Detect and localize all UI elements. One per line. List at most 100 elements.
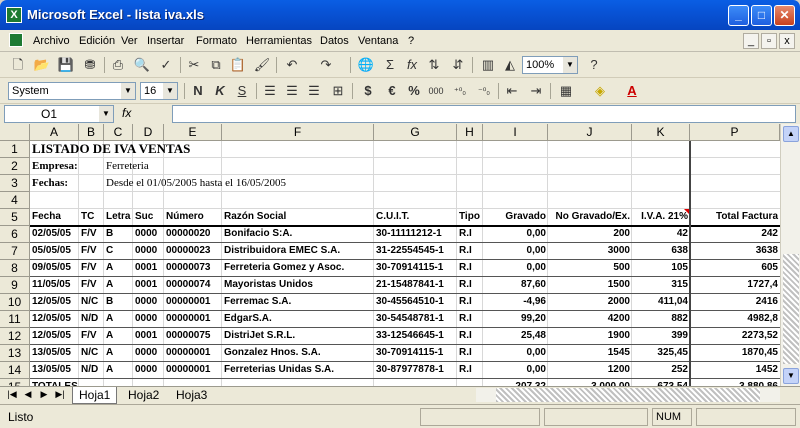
data-cell[interactable]: 0,00 <box>483 345 548 362</box>
data-cell[interactable]: 30-11111212-1 <box>374 226 457 243</box>
column-title[interactable]: Número <box>164 209 222 226</box>
data-cell[interactable]: 0000 <box>133 311 164 328</box>
data-cell[interactable]: N/D <box>79 362 104 379</box>
zoom-select[interactable]: 100% ▼ <box>522 56 578 74</box>
data-cell[interactable]: B <box>104 294 133 311</box>
drawing-icon[interactable]: ◭ <box>500 56 520 74</box>
vertical-scrollbar[interactable]: ▲ ▼ <box>780 124 800 386</box>
data-cell[interactable]: N/D <box>79 311 104 328</box>
column-title[interactable]: Tipo <box>457 209 483 226</box>
data-cell[interactable]: R.I <box>457 311 483 328</box>
redo-icon[interactable]: ↷ <box>316 56 336 74</box>
data-cell[interactable]: A <box>104 328 133 345</box>
row-header[interactable]: 3 <box>0 175 30 192</box>
data-cell[interactable]: 87,60 <box>483 277 548 294</box>
data-cell[interactable]: 0,00 <box>483 226 548 243</box>
data-cell[interactable]: A <box>104 311 133 328</box>
data-cell[interactable]: 0,00 <box>483 243 548 260</box>
sort-desc-icon[interactable]: ⇵ <box>448 56 468 74</box>
align-center-icon[interactable]: ☰ <box>282 82 302 100</box>
sheet-title[interactable]: LISTADO DE IVA VENTAS <box>30 141 374 158</box>
row-header[interactable]: 11 <box>0 311 30 328</box>
function-icon[interactable]: fx <box>402 56 422 74</box>
data-cell[interactable]: 3638 <box>690 243 780 260</box>
percent-button[interactable]: % <box>404 82 424 100</box>
increase-decimal-button[interactable]: ⁺⁰₀ <box>450 82 470 100</box>
data-cell[interactable]: 11/05/05 <box>30 277 79 294</box>
row-header[interactable]: 14 <box>0 362 30 379</box>
data-cell[interactable]: 99,20 <box>483 311 548 328</box>
insert-function-icon[interactable]: fx <box>122 106 131 120</box>
data-cell[interactable]: Gonzalez Hnos. S.A. <box>222 345 374 362</box>
data-cell[interactable]: 13/05/05 <box>30 345 79 362</box>
spreadsheet-grid[interactable]: ABCDEFGHIJKP123456789101112131415LISTADO… <box>0 124 780 386</box>
data-cell[interactable]: 242 <box>690 226 780 243</box>
data-cell[interactable]: Ferreterias Unidas S.A. <box>222 362 374 379</box>
column-title[interactable]: Suc <box>133 209 164 226</box>
data-cell[interactable]: 325,45 <box>632 345 690 362</box>
format-painter-icon[interactable]: 🖌 <box>252 56 272 74</box>
menu-help[interactable]: ? <box>408 35 414 47</box>
currency-button[interactable]: $ <box>358 82 378 100</box>
align-right-icon[interactable]: ☰ <box>304 82 324 100</box>
data-cell[interactable]: 00000023 <box>164 243 222 260</box>
data-cell[interactable]: 1200 <box>548 362 632 379</box>
data-cell[interactable]: 30-70914115-1 <box>374 260 457 277</box>
data-cell[interactable]: 3000 <box>548 243 632 260</box>
fill-color-icon[interactable]: ◈ <box>590 82 610 100</box>
row-header[interactable]: 12 <box>0 328 30 345</box>
column-title[interactable]: Letra <box>104 209 133 226</box>
scroll-thumb[interactable] <box>783 254 799 364</box>
select-all-corner[interactable] <box>0 124 30 141</box>
column-header[interactable]: C <box>104 124 133 141</box>
horizontal-scrollbar[interactable] <box>476 388 780 402</box>
data-cell[interactable]: 00000001 <box>164 345 222 362</box>
row-header[interactable]: 1 <box>0 141 30 158</box>
doc-close-button[interactable]: x <box>779 33 795 49</box>
data-cell[interactable]: Ferremac S.A. <box>222 294 374 311</box>
menu-archivo[interactable]: Archivo <box>33 35 70 47</box>
data-cell[interactable]: 0,00 <box>483 362 548 379</box>
data-cell[interactable]: R.I <box>457 328 483 345</box>
data-cell[interactable]: 00000020 <box>164 226 222 243</box>
menu-ventana[interactable]: Ventana <box>358 35 398 47</box>
data-cell[interactable]: R.I <box>457 226 483 243</box>
data-cell[interactable]: Mayoristas Unidos <box>222 277 374 294</box>
data-cell[interactable]: 252 <box>632 362 690 379</box>
data-cell[interactable]: 05/05/05 <box>30 243 79 260</box>
font-color-icon[interactable]: A <box>622 82 642 100</box>
data-cell[interactable]: R.I <box>457 294 483 311</box>
spelling-icon[interactable]: ✓ <box>156 56 176 74</box>
cut-icon[interactable]: ✂ <box>184 56 204 74</box>
data-cell[interactable]: 0001 <box>133 260 164 277</box>
bold-button[interactable]: N <box>188 82 208 100</box>
data-cell[interactable]: 500 <box>548 260 632 277</box>
data-cell[interactable]: 00000001 <box>164 311 222 328</box>
name-box[interactable]: O1 ▼ <box>4 105 114 123</box>
data-cell[interactable]: F/V <box>79 328 104 345</box>
data-cell[interactable]: -4,96 <box>483 294 548 311</box>
next-sheet-icon[interactable]: ▶ <box>38 389 50 400</box>
chevron-down-icon[interactable]: ▼ <box>121 83 135 99</box>
scroll-down-icon[interactable]: ▼ <box>783 368 799 384</box>
data-cell[interactable]: 21-15487841-1 <box>374 277 457 294</box>
column-header[interactable]: F <box>222 124 374 141</box>
data-cell[interactable]: 0000 <box>133 294 164 311</box>
hyperlink-icon[interactable]: 🌐 <box>356 56 376 74</box>
data-cell[interactable]: F/V <box>79 226 104 243</box>
horizontal-scroll-thumb[interactable] <box>496 388 760 402</box>
column-title[interactable]: TC <box>79 209 104 226</box>
data-cell[interactable]: F/V <box>79 277 104 294</box>
data-cell[interactable]: A <box>104 260 133 277</box>
data-cell[interactable]: 42 <box>632 226 690 243</box>
data-cell[interactable]: 02/05/05 <box>30 226 79 243</box>
data-cell[interactable]: R.I <box>457 345 483 362</box>
data-cell[interactable]: A <box>104 362 133 379</box>
data-cell[interactable]: 12/05/05 <box>30 328 79 345</box>
row-header[interactable]: 7 <box>0 243 30 260</box>
menu-herramientas[interactable]: Herramientas <box>246 35 312 47</box>
merge-center-icon[interactable]: ⊞ <box>328 82 348 100</box>
totals-value[interactable]: 3.880,86 <box>690 379 780 386</box>
data-cell[interactable]: 1727,4 <box>690 277 780 294</box>
increase-indent-icon[interactable]: ⇥ <box>526 82 546 100</box>
